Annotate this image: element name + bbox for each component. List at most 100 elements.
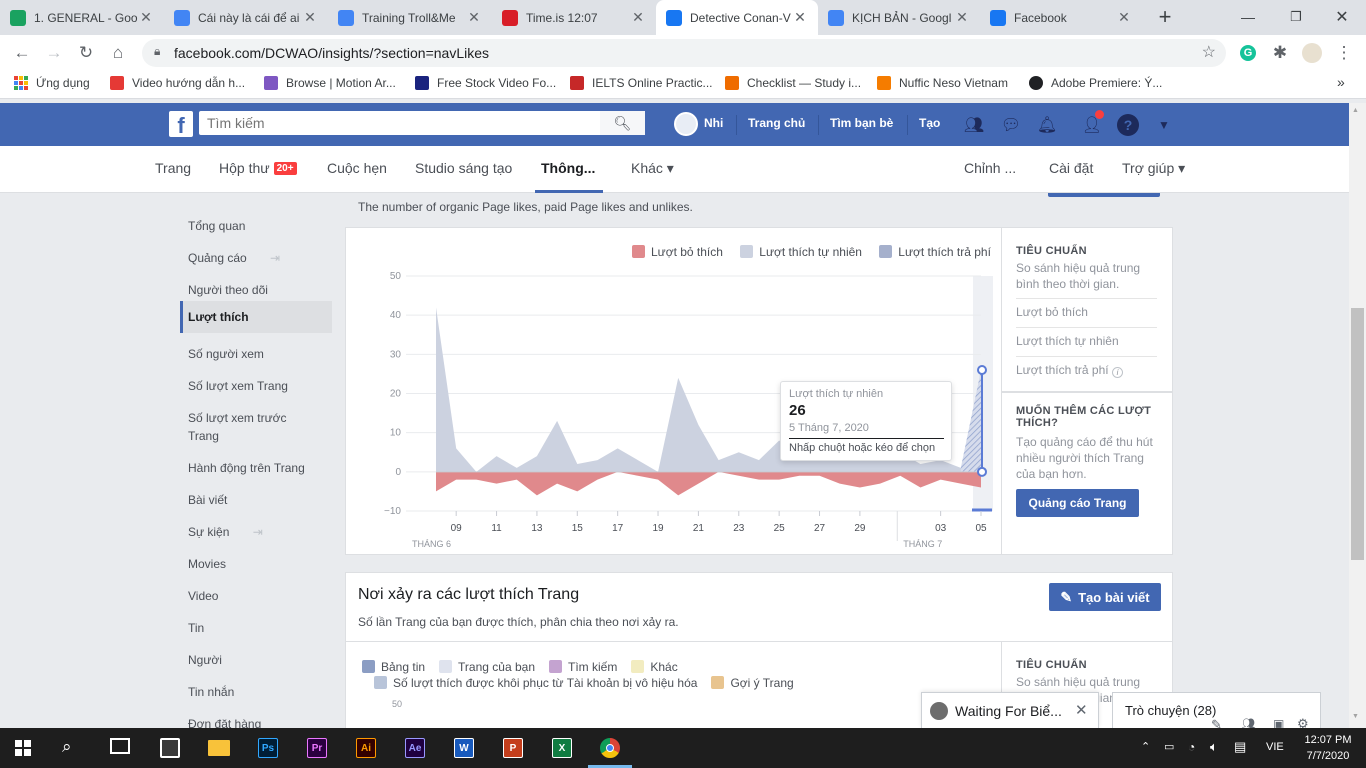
close-tab-icon[interactable]: ✕ [466,9,482,26]
bookmark-item[interactable]: Video hướng dẫn h... [110,76,245,90]
windows-start-icon[interactable] [15,740,31,756]
create-link[interactable]: Tạo [919,116,940,130]
tab-appointments[interactable]: Cuộc hẹn [327,160,387,176]
star-icon[interactable]: ☆ [1202,42,1216,62]
tray-up-icon[interactable]: ⌃ [1141,740,1150,753]
sidebar-item[interactable]: Người theo dõi [180,281,332,299]
task-view-icon[interactable] [110,738,130,754]
browser-tab[interactable]: KỊCH BẢN - Googl ✕ [818,0,980,35]
browser-tab[interactable]: Facebook ✕ [980,0,1142,35]
sidebar-item[interactable]: Quảng cáo ⇥ [180,249,332,267]
messenger-icon[interactable]: 💬︎ [1000,114,1022,136]
places-legend-item[interactable]: Bảng tin [362,660,425,674]
more-bookmarks-icon[interactable]: » [1337,74,1345,90]
new-tab-button[interactable]: + [1153,4,1177,29]
tab-page[interactable]: Trang [155,160,191,176]
user-avatar[interactable] [674,112,698,136]
browser-tab[interactable]: Cái này là cái để ai ✕ [164,0,328,35]
sidebar-item[interactable]: Số người xem [180,345,332,363]
bookmark-item[interactable]: Browse | Motion Ar... [264,76,396,90]
sidebar-item[interactable]: Tổng quan [180,217,332,235]
bookmark-item[interactable]: Nuffic Neso Vietnam [877,76,1008,90]
language-indicator[interactable]: VIE [1266,741,1284,753]
chat-popup[interactable]: Waiting For Biể... ✕ [921,692,1099,728]
grammarly-icon[interactable]: G [1236,41,1260,65]
bookmark-item[interactable]: Checklist — Study i... [725,76,861,90]
chat-sidebar-tab[interactable]: Trò chuyện (28) ✎ 👥︎ ▣ ⚙ [1112,692,1321,732]
find-friends-link[interactable]: Tìm bạn bè [830,116,893,130]
taskbar-search-icon[interactable]: ⌕ [62,737,72,757]
bookmark-item[interactable]: IELTS Online Practic... [570,76,713,90]
sidebar-item[interactable]: Tin nhắn [180,683,332,701]
volume-icon[interactable]: 🔈︎ [1210,739,1218,755]
action-center-icon[interactable]: ▤ [1234,739,1246,755]
facebook-logo-icon[interactable]: f [169,111,193,137]
promote-page-button[interactable]: Quảng cáo Trang [1016,489,1139,517]
close-tab-icon[interactable]: ✕ [630,9,646,26]
sidebar-item[interactable]: Bài viết [180,491,332,509]
places-legend-item[interactable]: Số lượt thích được khôi phục từ Tài khoả… [374,676,697,690]
chat-close-icon[interactable]: ✕ [1075,701,1088,719]
reload-icon[interactable]: ↻ [74,41,98,65]
home-link[interactable]: Trang chủ [748,116,805,130]
menu-icon[interactable]: ⋮ [1332,41,1356,65]
close-tab-icon[interactable]: ✕ [1116,9,1132,26]
tab-inbox[interactable]: Hộp thư 20+ [219,160,297,176]
browser-tab[interactable]: 1. GENERAL - Goo ✕ [0,0,164,35]
user-name-link[interactable]: Nhi [704,116,723,130]
sidebar-item[interactable]: Sự kiện ⇥ [180,523,332,541]
sidebar-item[interactable]: Tin [180,619,332,637]
close-tab-icon[interactable]: ✕ [138,9,154,26]
places-legend-item[interactable]: Khác [631,660,678,674]
browser-tab[interactable]: Time.is 12:07 ✕ [492,0,656,35]
create-post-button[interactable]: ✎ Tạo bài viết [1049,583,1161,611]
account-menu-icon[interactable]: ▼ [1153,114,1175,136]
benchmark-unlikes[interactable]: Lượt bỏ thích [1016,298,1157,319]
info-icon[interactable]: i [1111,367,1123,378]
sidebar-item[interactable]: Hành động trên Trang [180,459,332,477]
scroll-up-icon[interactable]: ▲ [1352,107,1359,114]
browser-tab[interactable]: Training Troll&Me ✕ [328,0,492,35]
close-window-icon[interactable]: ✕ [1330,5,1354,29]
page-scrollbar[interactable]: ▲ ▼ [1349,103,1366,728]
places-legend-item[interactable]: Gợi ý Trang [711,676,794,690]
friend-requests-icon[interactable]: 👥︎ [963,114,985,136]
places-legend-item[interactable]: Trang của bạn [439,660,535,674]
back-icon[interactable]: ← [10,41,34,65]
profile-avatar[interactable] [1300,41,1324,65]
bookmark-item[interactable]: Free Stock Video Fo... [415,76,556,90]
page-roles-icon[interactable]: 👤︎ [1081,110,1104,136]
scrollbar-thumb[interactable] [1351,308,1364,560]
tab-help[interactable]: Trợ giúp ▾ [1122,160,1185,177]
tab-insights[interactable]: Thông... [541,160,595,176]
taskbar-app-icon[interactable]: X [552,738,572,758]
bookmark-item[interactable]: Adobe Premiere: Ý... [1029,76,1162,90]
maximize-icon[interactable]: ❐ [1284,5,1308,29]
clock[interactable]: 12:07 PM 7/7/2020 [1300,732,1356,764]
battery-icon[interactable]: ▭ [1164,740,1174,753]
file-explorer-icon[interactable] [208,740,230,756]
sidebar-item[interactable]: Số lượt xem trước Trang [180,409,300,445]
help-icon[interactable]: ? [1117,114,1139,136]
browser-tab[interactable]: Detective Conan-V ✕ [656,0,818,35]
tab-creator-studio[interactable]: Studio sáng tạo [415,160,512,176]
notifications-icon[interactable]: 🔔︎ [1036,114,1058,136]
home-icon[interactable]: ⌂ [106,41,130,65]
search-icon[interactable]: 🔍︎ [600,111,645,135]
minimize-icon[interactable]: — [1236,5,1260,29]
sidebar-item[interactable]: Video [180,587,332,605]
store-icon[interactable] [160,738,180,758]
tab-edit[interactable]: Chỉnh ... [964,160,1016,176]
tab-more[interactable]: Khác ▾ [631,160,674,177]
benchmark-paid[interactable]: Lượt thích trả phí i [1016,356,1157,378]
extensions-icon[interactable]: ✱ [1268,41,1292,65]
close-tab-icon[interactable]: ✕ [792,9,808,26]
taskbar-app-icon[interactable]: P [503,738,523,758]
scrolled-button-edge[interactable] [1048,193,1160,197]
taskbar-app-icon[interactable]: Ae [405,738,425,758]
close-tab-icon[interactable]: ✕ [302,9,318,26]
benchmark-organic[interactable]: Lượt thích tự nhiên [1016,327,1157,348]
close-tab-icon[interactable]: ✕ [954,9,970,26]
scroll-down-icon[interactable]: ▼ [1352,713,1359,720]
forward-icon[interactable]: → [42,41,66,65]
